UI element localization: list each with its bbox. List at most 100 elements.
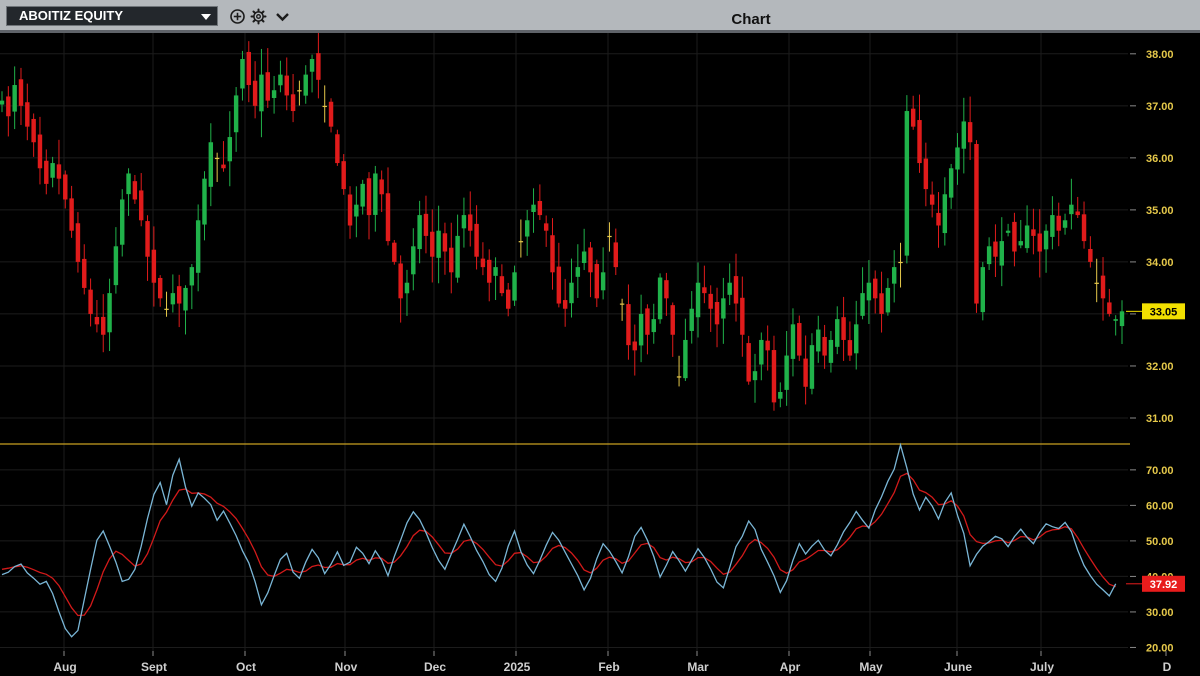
- candle-body: [1069, 204, 1074, 215]
- candle-body: [556, 266, 562, 304]
- candle-body: [835, 319, 840, 347]
- candle-body: [974, 143, 979, 304]
- last-price-value: 33.05: [1150, 306, 1178, 318]
- candle-body: [56, 164, 62, 179]
- candle-body: [708, 293, 713, 309]
- price-tick-label: 37.00: [1146, 101, 1174, 113]
- candle-body: [6, 96, 11, 117]
- chart-grid: [0, 33, 1128, 651]
- candle-body: [221, 164, 226, 169]
- candle-body: [1094, 282, 1099, 284]
- candle-body: [562, 300, 568, 309]
- date-tick-label: May: [859, 660, 883, 674]
- candle-body: [626, 304, 631, 346]
- candle-body: [727, 282, 732, 295]
- candle-body: [278, 74, 283, 86]
- candle-body: [828, 339, 834, 363]
- price-rsi-chart[interactable]: 38.0037.0036.0035.0034.0033.0032.0031.00…: [0, 33, 1200, 676]
- candle-body: [404, 282, 410, 294]
- candle-body: [664, 280, 669, 299]
- candle-body: [854, 324, 859, 354]
- price-tick-label: 35.00: [1146, 205, 1174, 217]
- candle-body: [468, 214, 473, 231]
- candle-body: [809, 345, 815, 389]
- candle-body: [619, 303, 625, 305]
- candle-body: [657, 277, 663, 320]
- candle-body: [246, 51, 251, 86]
- date-tick-label: D: [1163, 660, 1172, 674]
- candle-body: [689, 308, 694, 331]
- date-tick-label: June: [944, 660, 972, 674]
- candle-body: [1081, 214, 1087, 242]
- window-title: Chart: [731, 11, 771, 28]
- candle-body: [847, 340, 853, 356]
- price-tick-label: 38.00: [1146, 49, 1174, 61]
- candle-body: [980, 267, 986, 313]
- candle-body: [417, 215, 422, 250]
- candle-body: [879, 293, 884, 314]
- gear-icon[interactable]: [250, 8, 267, 25]
- candle-body: [227, 137, 233, 162]
- candle-body: [455, 235, 460, 278]
- candle-body: [75, 223, 81, 262]
- candle-body: [822, 336, 827, 356]
- candle-body: [341, 161, 346, 190]
- candle-body: [784, 355, 789, 390]
- candle-body: [670, 305, 675, 335]
- candle-body: [271, 90, 277, 98]
- candle-body: [1050, 215, 1055, 237]
- candle-body: [240, 59, 245, 89]
- candle-body: [910, 108, 916, 127]
- candle-body: [411, 246, 416, 275]
- rsi-tick-label: 60.00: [1146, 500, 1174, 512]
- candle-body: [1056, 215, 1061, 231]
- chart-area[interactable]: 38.0037.0036.0035.0034.0033.0032.0031.00…: [0, 33, 1200, 676]
- candle-body: [917, 120, 922, 164]
- security-name: ABOITIZ EQUITY: [19, 8, 123, 23]
- candle-body: [759, 339, 764, 365]
- candle-body: [797, 323, 802, 356]
- candle-body: [923, 158, 929, 190]
- candle-body: [354, 204, 359, 217]
- price-candles: [0, 33, 1125, 411]
- candle-body: [398, 263, 403, 299]
- candle-body: [600, 272, 606, 291]
- candle-body: [499, 276, 505, 294]
- candle-body: [1031, 229, 1036, 236]
- candle-body: [176, 286, 182, 304]
- candle-body: [714, 301, 720, 325]
- candle-body: [752, 371, 758, 381]
- date-axis: Aug Sept Oct Nov Dec 2025 Feb Mar Apr May June July…: [53, 651, 1172, 674]
- candle-body: [1037, 233, 1042, 252]
- candle-body: [885, 287, 891, 313]
- rsi-axis: 70.0060.0050.0040.0030.0020.00: [1130, 465, 1174, 654]
- caret-down-icon[interactable]: [201, 14, 211, 20]
- candle-body: [436, 230, 441, 258]
- price-tick-label: 36.00: [1146, 153, 1174, 165]
- rsi-tick-label: 20.00: [1146, 642, 1174, 654]
- chevron-down-icon[interactable]: [274, 8, 291, 25]
- date-tick-label: Dec: [424, 660, 446, 674]
- candle-body: [702, 287, 707, 294]
- candle-body: [31, 118, 36, 143]
- candle-body: [645, 308, 650, 335]
- price-tick-label: 34.00: [1146, 257, 1174, 269]
- candle-body: [88, 289, 93, 314]
- add-circle-icon[interactable]: [229, 8, 246, 25]
- candle-body: [309, 59, 315, 72]
- candle-body: [740, 297, 745, 335]
- candle-body: [164, 308, 169, 310]
- candle-body: [506, 289, 511, 309]
- security-selector[interactable]: ABOITIZ EQUITY: [6, 6, 218, 26]
- value-tags: 33.05 37.92: [1126, 303, 1185, 592]
- candle-body: [157, 277, 163, 299]
- candle-body: [891, 267, 897, 284]
- candle-body: [550, 235, 555, 273]
- candle-body: [290, 94, 296, 112]
- candle-body: [69, 198, 74, 231]
- candle-body: [569, 282, 574, 304]
- candle-body: [955, 147, 960, 170]
- candle-body: [18, 79, 24, 106]
- candle-body: [575, 267, 581, 277]
- candle-body: [132, 181, 138, 200]
